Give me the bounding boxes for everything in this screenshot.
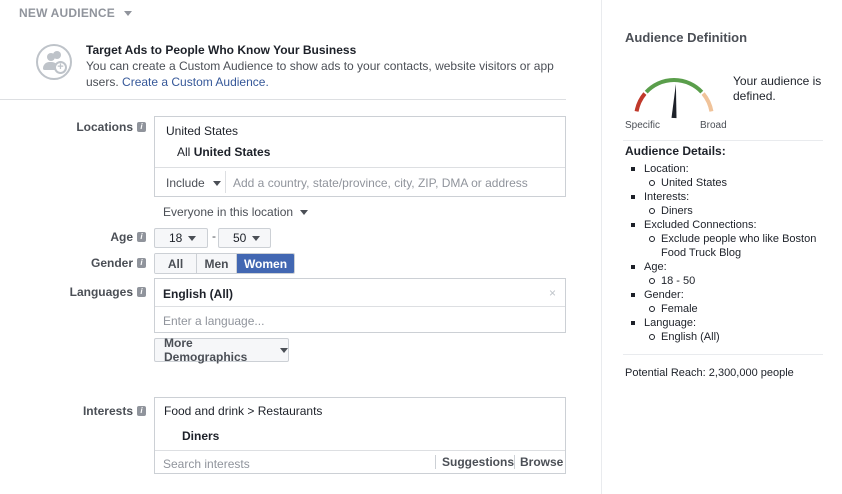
sidebar-divider — [623, 354, 823, 355]
detail-value: Exclude people who like Boston Food Truc… — [625, 232, 825, 260]
chevron-down-icon — [280, 347, 288, 353]
browse-button[interactable]: Browse — [520, 455, 563, 469]
audience-details-title: Audience Details: — [625, 144, 726, 158]
create-custom-audience-link[interactable]: Create a Custom Audience. — [122, 75, 269, 89]
interest-category-path: Food and drink > Restaurants — [164, 404, 323, 418]
detail-key: Age: — [625, 260, 825, 274]
detail-key: Location: — [625, 162, 825, 176]
interests-box: Food and drink > Restaurants Diners Sugg… — [154, 397, 566, 474]
location-country: United States — [166, 124, 239, 138]
audience-size-gauge — [634, 78, 714, 119]
age-separator: - — [212, 229, 216, 243]
audience-header[interactable]: NEW AUDIENCE — [19, 6, 132, 20]
detail-value: Diners — [625, 204, 825, 218]
custom-audience-title: Target Ads to People Who Know Your Busin… — [86, 43, 357, 57]
gender-women-button[interactable]: Women — [237, 254, 294, 273]
info-icon[interactable]: i — [137, 287, 146, 297]
more-demographics-button[interactable]: More Demographics — [154, 336, 289, 364]
location-search-input[interactable] — [233, 174, 553, 192]
sidebar-divider — [601, 0, 602, 494]
info-icon[interactable]: i — [137, 232, 146, 242]
chevron-down-icon — [252, 235, 261, 241]
gauge-label-specific: Specific — [625, 120, 661, 131]
gauge-needle — [671, 84, 677, 119]
gauge-status: Your audience is defined. — [733, 74, 822, 103]
gender-toggle: All Men Women — [154, 253, 295, 274]
location-type-dropdown[interactable]: Everyone in this location — [163, 205, 309, 219]
chevron-down-icon — [212, 180, 221, 186]
info-icon[interactable]: i — [137, 122, 146, 132]
interests-label: Interests i — [40, 404, 146, 418]
suggestions-button[interactable]: Suggestions — [442, 455, 514, 469]
age-label: Age i — [60, 230, 146, 244]
sidebar-divider — [623, 140, 823, 141]
locations-box: United States All United States Include — [154, 116, 566, 197]
interest-tag: Diners — [182, 429, 220, 443]
detail-key: Language: — [625, 316, 825, 330]
info-icon[interactable]: i — [137, 258, 146, 268]
detail-key: Interests: — [625, 190, 825, 204]
location-selected: All United States — [177, 145, 271, 159]
audience-details-list: Location: United States Interests: Diners Ex… — [625, 162, 825, 344]
info-icon[interactable]: i — [137, 406, 146, 416]
detail-value: English (All) — [625, 330, 825, 344]
chevron-down-icon[interactable] — [123, 10, 132, 16]
age-min-select[interactable]: 18 — [154, 228, 208, 248]
language-tag: English (All) — [163, 287, 233, 301]
gender-label: Gender i — [60, 256, 146, 270]
audience-definition-title: Audience Definition — [625, 30, 748, 45]
detail-value: Female — [625, 302, 825, 316]
chevron-down-icon — [300, 209, 309, 215]
include-dropdown[interactable]: Include — [166, 176, 221, 190]
potential-reach: Potential Reach: 2,300,000 people — [625, 367, 794, 379]
detail-key: Gender: — [625, 288, 825, 302]
languages-label: Languages i — [40, 285, 146, 299]
language-input[interactable] — [163, 312, 553, 330]
close-icon[interactable]: × — [549, 286, 556, 300]
gender-all-button[interactable]: All — [155, 254, 197, 273]
gauge-label-broad: Broad — [700, 120, 727, 131]
detail-value: 18 - 50 — [625, 274, 825, 288]
add-people-icon: + — [36, 44, 72, 80]
age-max-select[interactable]: 50 — [218, 228, 271, 248]
detail-key: Excluded Connections: — [625, 218, 825, 232]
audience-header-title: NEW AUDIENCE — [19, 6, 115, 20]
languages-box: English (All) × — [154, 278, 566, 333]
chevron-down-icon — [188, 235, 197, 241]
interests-search-input[interactable] — [163, 455, 423, 473]
detail-value: United States — [625, 176, 825, 190]
section-divider — [0, 99, 566, 100]
locations-label: Locations i — [60, 120, 146, 134]
gender-men-button[interactable]: Men — [197, 254, 237, 273]
